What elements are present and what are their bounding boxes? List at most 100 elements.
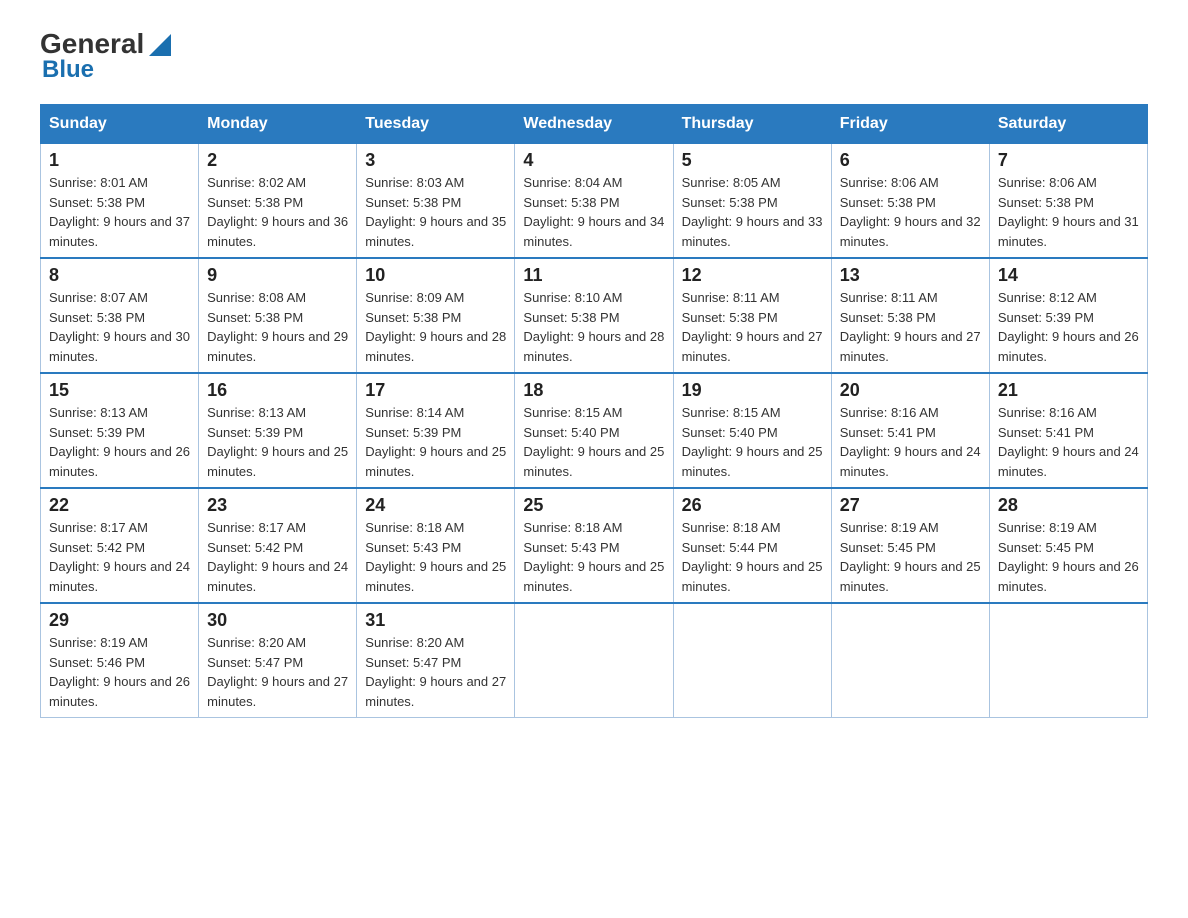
day-number: 21 [998,380,1139,401]
logo-text-general: General [40,30,144,58]
weekday-header-tuesday: Tuesday [357,105,515,144]
day-info: Sunrise: 8:03 AMSunset: 5:38 PMDaylight:… [365,173,506,251]
calendar-cell: 22Sunrise: 8:17 AMSunset: 5:42 PMDayligh… [41,488,199,603]
day-info: Sunrise: 8:15 AMSunset: 5:40 PMDaylight:… [682,403,823,481]
day-info: Sunrise: 8:13 AMSunset: 5:39 PMDaylight:… [49,403,190,481]
day-number: 6 [840,150,981,171]
day-info: Sunrise: 8:07 AMSunset: 5:38 PMDaylight:… [49,288,190,366]
calendar-cell: 27Sunrise: 8:19 AMSunset: 5:45 PMDayligh… [831,488,989,603]
day-info: Sunrise: 8:18 AMSunset: 5:43 PMDaylight:… [365,518,506,596]
day-info: Sunrise: 8:13 AMSunset: 5:39 PMDaylight:… [207,403,348,481]
logo-triangle-icon [149,34,171,56]
calendar-cell: 3Sunrise: 8:03 AMSunset: 5:38 PMDaylight… [357,144,515,259]
logo-text-blue: Blue [40,56,94,84]
day-number: 29 [49,610,190,631]
calendar-cell: 21Sunrise: 8:16 AMSunset: 5:41 PMDayligh… [989,373,1147,488]
week-row-3: 15Sunrise: 8:13 AMSunset: 5:39 PMDayligh… [41,373,1148,488]
calendar-cell: 8Sunrise: 8:07 AMSunset: 5:38 PMDaylight… [41,258,199,373]
calendar-cell: 5Sunrise: 8:05 AMSunset: 5:38 PMDaylight… [673,144,831,259]
day-info: Sunrise: 8:05 AMSunset: 5:38 PMDaylight:… [682,173,823,251]
calendar-cell: 30Sunrise: 8:20 AMSunset: 5:47 PMDayligh… [199,603,357,718]
day-number: 22 [49,495,190,516]
weekday-header-saturday: Saturday [989,105,1147,144]
calendar-cell: 10Sunrise: 8:09 AMSunset: 5:38 PMDayligh… [357,258,515,373]
day-number: 28 [998,495,1139,516]
day-number: 30 [207,610,348,631]
day-info: Sunrise: 8:06 AMSunset: 5:38 PMDaylight:… [840,173,981,251]
day-number: 26 [682,495,823,516]
day-number: 2 [207,150,348,171]
calendar-cell [831,603,989,718]
day-info: Sunrise: 8:11 AMSunset: 5:38 PMDaylight:… [840,288,981,366]
calendar-cell: 16Sunrise: 8:13 AMSunset: 5:39 PMDayligh… [199,373,357,488]
day-number: 24 [365,495,506,516]
week-row-5: 29Sunrise: 8:19 AMSunset: 5:46 PMDayligh… [41,603,1148,718]
day-number: 19 [682,380,823,401]
calendar-cell: 25Sunrise: 8:18 AMSunset: 5:43 PMDayligh… [515,488,673,603]
calendar-cell: 23Sunrise: 8:17 AMSunset: 5:42 PMDayligh… [199,488,357,603]
calendar-table: SundayMondayTuesdayWednesdayThursdayFrid… [40,104,1148,718]
day-number: 14 [998,265,1139,286]
day-number: 16 [207,380,348,401]
day-number: 15 [49,380,190,401]
day-info: Sunrise: 8:20 AMSunset: 5:47 PMDaylight:… [207,633,348,711]
day-info: Sunrise: 8:16 AMSunset: 5:41 PMDaylight:… [998,403,1139,481]
day-number: 7 [998,150,1139,171]
week-row-2: 8Sunrise: 8:07 AMSunset: 5:38 PMDaylight… [41,258,1148,373]
calendar-cell [673,603,831,718]
calendar-cell [515,603,673,718]
day-number: 11 [523,265,664,286]
day-info: Sunrise: 8:19 AMSunset: 5:46 PMDaylight:… [49,633,190,711]
calendar-cell [989,603,1147,718]
calendar-cell: 26Sunrise: 8:18 AMSunset: 5:44 PMDayligh… [673,488,831,603]
day-info: Sunrise: 8:09 AMSunset: 5:38 PMDaylight:… [365,288,506,366]
day-info: Sunrise: 8:20 AMSunset: 5:47 PMDaylight:… [365,633,506,711]
day-number: 12 [682,265,823,286]
day-info: Sunrise: 8:17 AMSunset: 5:42 PMDaylight:… [207,518,348,596]
day-number: 13 [840,265,981,286]
day-number: 23 [207,495,348,516]
day-number: 5 [682,150,823,171]
day-number: 8 [49,265,190,286]
day-info: Sunrise: 8:19 AMSunset: 5:45 PMDaylight:… [998,518,1139,596]
day-info: Sunrise: 8:01 AMSunset: 5:38 PMDaylight:… [49,173,190,251]
logo: General Blue [40,30,171,84]
calendar-cell: 28Sunrise: 8:19 AMSunset: 5:45 PMDayligh… [989,488,1147,603]
weekday-header-sunday: Sunday [41,105,199,144]
calendar-cell: 17Sunrise: 8:14 AMSunset: 5:39 PMDayligh… [357,373,515,488]
day-info: Sunrise: 8:17 AMSunset: 5:42 PMDaylight:… [49,518,190,596]
day-number: 20 [840,380,981,401]
calendar-cell: 13Sunrise: 8:11 AMSunset: 5:38 PMDayligh… [831,258,989,373]
calendar-body: 1Sunrise: 8:01 AMSunset: 5:38 PMDaylight… [41,144,1148,718]
day-number: 10 [365,265,506,286]
day-info: Sunrise: 8:04 AMSunset: 5:38 PMDaylight:… [523,173,664,251]
calendar-cell: 11Sunrise: 8:10 AMSunset: 5:38 PMDayligh… [515,258,673,373]
day-number: 25 [523,495,664,516]
calendar-cell: 1Sunrise: 8:01 AMSunset: 5:38 PMDaylight… [41,144,199,259]
weekday-header-wednesday: Wednesday [515,105,673,144]
day-info: Sunrise: 8:14 AMSunset: 5:39 PMDaylight:… [365,403,506,481]
page-header: General Blue [40,30,1148,84]
calendar-cell: 31Sunrise: 8:20 AMSunset: 5:47 PMDayligh… [357,603,515,718]
calendar-cell: 20Sunrise: 8:16 AMSunset: 5:41 PMDayligh… [831,373,989,488]
weekday-header-monday: Monday [199,105,357,144]
day-number: 1 [49,150,190,171]
calendar-cell: 4Sunrise: 8:04 AMSunset: 5:38 PMDaylight… [515,144,673,259]
day-number: 3 [365,150,506,171]
day-number: 4 [523,150,664,171]
day-info: Sunrise: 8:16 AMSunset: 5:41 PMDaylight:… [840,403,981,481]
calendar-cell: 12Sunrise: 8:11 AMSunset: 5:38 PMDayligh… [673,258,831,373]
calendar-cell: 18Sunrise: 8:15 AMSunset: 5:40 PMDayligh… [515,373,673,488]
day-number: 17 [365,380,506,401]
weekday-header-row: SundayMondayTuesdayWednesdayThursdayFrid… [41,105,1148,144]
calendar-cell: 2Sunrise: 8:02 AMSunset: 5:38 PMDaylight… [199,144,357,259]
day-number: 31 [365,610,506,631]
week-row-1: 1Sunrise: 8:01 AMSunset: 5:38 PMDaylight… [41,144,1148,259]
day-info: Sunrise: 8:06 AMSunset: 5:38 PMDaylight:… [998,173,1139,251]
day-info: Sunrise: 8:12 AMSunset: 5:39 PMDaylight:… [998,288,1139,366]
calendar-header: SundayMondayTuesdayWednesdayThursdayFrid… [41,105,1148,144]
day-info: Sunrise: 8:15 AMSunset: 5:40 PMDaylight:… [523,403,664,481]
weekday-header-friday: Friday [831,105,989,144]
calendar-cell: 14Sunrise: 8:12 AMSunset: 5:39 PMDayligh… [989,258,1147,373]
day-info: Sunrise: 8:18 AMSunset: 5:43 PMDaylight:… [523,518,664,596]
